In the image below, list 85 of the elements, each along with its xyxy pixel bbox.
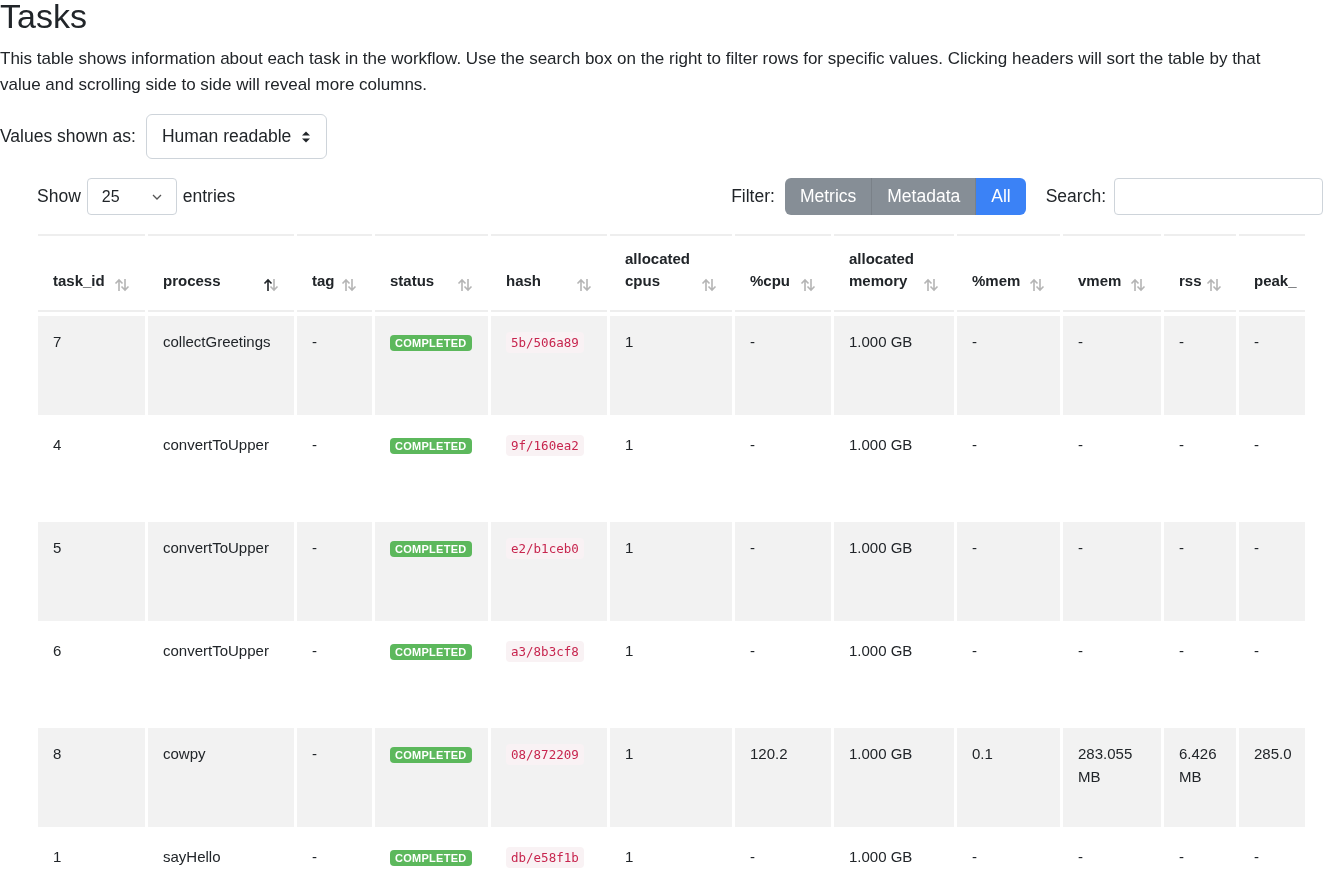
cell-text: convertToUpper — [163, 436, 269, 453]
cell-text: - — [1179, 848, 1184, 865]
cell-text: cowpy — [163, 745, 206, 762]
cell-text: 285.0 — [1254, 745, 1292, 762]
cell-text: - — [972, 436, 977, 453]
status-badge: COMPLETED — [390, 644, 472, 660]
cell-text: 5 — [53, 539, 62, 556]
cell-text: 0.1 — [972, 745, 993, 762]
cell-text: - — [1078, 436, 1083, 453]
cell-text: 1 — [625, 436, 634, 453]
search-label: Search: — [1045, 185, 1106, 209]
hash-code: 9f/160ea2 — [506, 435, 584, 456]
hash-code: e2/b1ceb0 — [506, 538, 584, 559]
cell-text: - — [750, 436, 755, 453]
cell-text: 7 — [53, 333, 62, 350]
cell-text: 1.000 GB — [849, 436, 913, 453]
cell-text: - — [1078, 333, 1083, 350]
hash-code: 08/872209 — [506, 744, 584, 765]
values-label: Values shown as: — [0, 125, 136, 149]
cell-text: - — [972, 539, 977, 556]
cell-text: convertToUpper — [163, 642, 269, 659]
cell-text: - — [750, 333, 755, 350]
cell-text: convertToUpper — [163, 539, 269, 556]
cell-text: - — [750, 848, 755, 865]
cell-text: 1 — [53, 848, 62, 865]
cell-text: - — [972, 848, 977, 865]
cell-text: - — [1179, 436, 1184, 453]
status-badge: COMPLETED — [390, 541, 472, 557]
entries-label: entries — [182, 185, 236, 209]
cell-text: sayHello — [163, 848, 221, 865]
values-select[interactable]: Human readable — [145, 114, 328, 159]
cell-text: - — [1179, 539, 1184, 556]
hash-code: 5b/506a89 — [506, 332, 584, 353]
status-badge: COMPLETED — [390, 747, 472, 763]
show-label: Show — [37, 185, 81, 209]
cell-text: - — [1254, 436, 1259, 453]
cell-text: 8 — [53, 745, 62, 762]
cell-text: - — [972, 333, 977, 350]
cell-text: 1.000 GB — [849, 539, 913, 556]
updown-caret-icon — [301, 129, 312, 144]
hash-code: db/e58f1b — [506, 847, 584, 868]
cell-text: - — [312, 642, 317, 659]
filter-label: Filter: — [731, 185, 775, 209]
filter-button[interactable]: All — [976, 178, 1026, 215]
cell-text: 6.426 MB — [1179, 745, 1217, 785]
cell-text: - — [312, 745, 317, 762]
cell-text: 1 — [625, 848, 634, 865]
cell-text: - — [1078, 642, 1083, 659]
cell-text: 1 — [625, 333, 634, 350]
cell-text: - — [312, 436, 317, 453]
cell-text: collectGreetings — [163, 333, 271, 350]
status-badge: COMPLETED — [390, 438, 472, 454]
cell-text: 1.000 GB — [849, 848, 913, 865]
cell-text: 1 — [625, 539, 634, 556]
page-title: Tasks — [0, 0, 88, 34]
description-text: This table shows information about each task in the workflow. Use the search box on the right to filter rows for specific values. Clicking headers will sort the table by that value and scrolling side to side will reveal more columns. — [0, 48, 1262, 96]
cell-text: - — [312, 848, 317, 865]
cell-text: - — [312, 333, 317, 350]
cell-text: - — [1179, 642, 1184, 659]
status-badge: COMPLETED — [390, 850, 472, 866]
search-field[interactable] — [1114, 178, 1323, 215]
cell-text: - — [1254, 333, 1259, 350]
cell-text: 4 — [53, 436, 62, 453]
cell-text: - — [1179, 333, 1184, 350]
cell-text: 6 — [53, 642, 62, 659]
cell-text: - — [972, 642, 977, 659]
hash-code: a3/8b3cf8 — [506, 641, 584, 662]
cell-text: - — [750, 539, 755, 556]
cell-text: 1.000 GB — [849, 642, 913, 659]
status-badge: COMPLETED — [390, 335, 472, 351]
cell-text: - — [1254, 539, 1259, 556]
cell-text: - — [1078, 539, 1083, 556]
entries-select[interactable]: 25 — [86, 178, 177, 215]
cell-text: - — [1254, 642, 1259, 659]
cell-text: 1.000 GB — [849, 745, 913, 762]
cell-text: 283.055 MB — [1078, 745, 1133, 785]
cell-text: - — [312, 539, 317, 556]
cell-text: - — [1078, 848, 1083, 865]
chevron-down-icon — [151, 193, 162, 200]
cell-text: - — [1254, 848, 1259, 865]
cell-text: 1 — [625, 745, 634, 762]
cell-text: - — [750, 642, 755, 659]
cell-text: 1 — [625, 642, 634, 659]
cell-text: 1.000 GB — [849, 333, 913, 350]
cell-text: 120.2 — [750, 745, 788, 762]
